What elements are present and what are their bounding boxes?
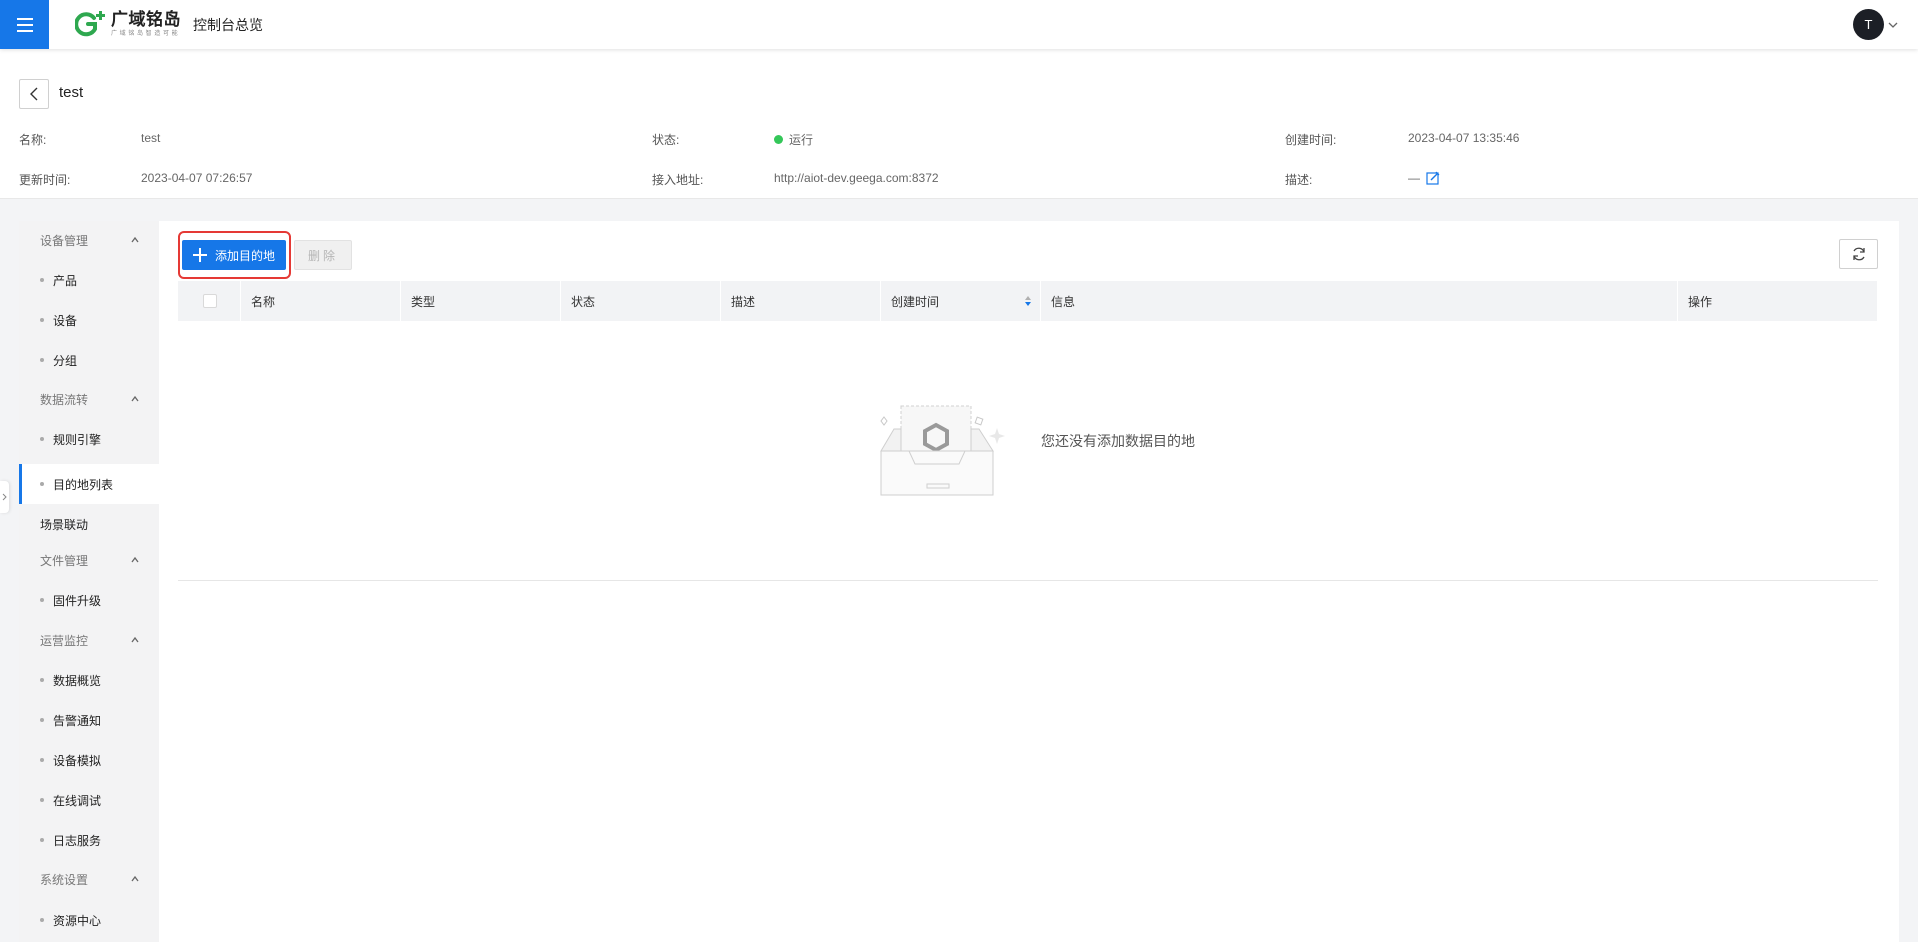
name-value: test	[141, 131, 161, 145]
sidebar-group-operations-monitor[interactable]: 运营监控	[19, 625, 159, 655]
sidebar: 设备管理 产品 设备 分组 数据流转 规则引擎 目的地列表 场景联动 文件管理 …	[19, 221, 159, 942]
sidebar-item-product[interactable]: 产品	[19, 265, 159, 295]
sidebar-item-label: 分组	[53, 353, 78, 368]
refresh-button[interactable]	[1839, 239, 1878, 269]
table-header: 名称 类型 状态 描述 创建时间 信息 操作	[178, 281, 1878, 321]
description-value: —	[1408, 171, 1440, 185]
column-status: 状态	[561, 281, 721, 321]
sidebar-item-label: 数据概览	[53, 673, 102, 688]
chevron-right-icon	[2, 493, 7, 501]
sidebar-item-group[interactable]: 分组	[19, 345, 159, 375]
sort-icon[interactable]	[1024, 295, 1032, 307]
sidebar-item-online-debug[interactable]: 在线调试	[19, 785, 159, 815]
sidebar-item-rule-engine[interactable]: 规则引擎	[19, 424, 159, 454]
sidebar-item-label: 场景联动	[40, 517, 89, 532]
sidebar-item-log-service[interactable]: 日志服务	[19, 825, 159, 855]
select-all-cell	[178, 281, 241, 321]
status-value: 运行	[774, 131, 813, 148]
chevron-up-icon	[131, 875, 139, 882]
column-action: 操作	[1678, 281, 1878, 321]
logo-slogan: 广 域 铭 岛 智 造 可 能	[111, 31, 179, 37]
column-description: 描述	[721, 281, 881, 321]
sidebar-item-label: 固件升级	[53, 593, 102, 608]
status-dot	[774, 135, 783, 144]
status-text: 运行	[789, 133, 814, 147]
add-destination-button[interactable]: 添加目的地	[182, 240, 286, 270]
chevron-up-icon	[131, 636, 139, 643]
user-menu[interactable]: T	[1853, 9, 1898, 40]
sidebar-item-alarm-notify[interactable]: 告警通知	[19, 705, 159, 735]
description-label: 描述:	[1285, 173, 1313, 187]
sidebar-group-label: 系统设置	[40, 872, 89, 887]
sidebar-group-label: 数据流转	[40, 392, 89, 407]
avatar: T	[1853, 9, 1884, 40]
created-time-label: 创建时间:	[1285, 133, 1337, 147]
sidebar-item-data-overview[interactable]: 数据概览	[19, 665, 159, 695]
description-text: —	[1408, 171, 1420, 185]
chevron-down-icon	[1888, 22, 1898, 28]
sidebar-item-label: 日志服务	[53, 833, 102, 848]
sidebar-group-data-flow[interactable]: 数据流转	[19, 384, 159, 414]
logo-icon	[75, 11, 105, 37]
back-button[interactable]	[19, 79, 49, 109]
sidebar-group-device-management[interactable]: 设备管理	[19, 225, 159, 255]
endpoint-value: http://aiot-dev.geega.com:8372	[774, 171, 939, 185]
sidebar-item-device-simulate[interactable]: 设备模拟	[19, 745, 159, 775]
status-label: 状态:	[652, 133, 680, 147]
chevron-up-icon	[131, 556, 139, 563]
console-overview-link[interactable]: 控制台总览	[193, 15, 263, 35]
updated-time-value: 2023-04-07 07:26:57	[141, 171, 253, 185]
sidebar-item-label: 目的地列表	[53, 477, 114, 492]
sidebar-group-label: 设备管理	[40, 233, 89, 248]
sidebar-group-label: 文件管理	[40, 553, 89, 568]
table-divider	[178, 580, 1878, 581]
sidebar-group-file-management[interactable]: 文件管理	[19, 545, 159, 575]
sidebar-item-label: 产品	[53, 273, 78, 288]
sidebar-item-resource-center[interactable]: 资源中心	[19, 905, 159, 935]
sidebar-item-label: 设备模拟	[53, 753, 102, 768]
menu-toggle-button[interactable]	[0, 0, 49, 49]
sidebar-item-label: 在线调试	[53, 793, 102, 808]
select-all-checkbox[interactable]	[203, 294, 217, 308]
column-info: 信息	[1041, 281, 1678, 321]
top-bar: 广域铭岛 广 域 铭 岛 智 造 可 能 控制台总览 T	[0, 0, 1918, 49]
column-created-time[interactable]: 创建时间	[881, 281, 1041, 321]
name-label: 名称:	[19, 133, 47, 147]
chevron-up-icon	[131, 395, 139, 402]
detail-header: test 名称: test 状态: 运行 创建时间: 2023-04-07 13…	[0, 49, 1918, 199]
sidebar-group-system-settings[interactable]: 系统设置	[19, 864, 159, 894]
chevron-up-icon	[131, 236, 139, 243]
sidebar-group-label: 运营监控	[40, 633, 89, 648]
sidebar-item-label: 资源中心	[53, 913, 102, 928]
column-created-time-label: 创建时间	[891, 294, 940, 309]
column-type: 类型	[401, 281, 561, 321]
page-title: test	[59, 84, 84, 101]
refresh-icon	[1852, 247, 1865, 261]
hamburger-icon	[16, 17, 33, 32]
sidebar-item-scene-linkage[interactable]: 场景联动	[19, 509, 159, 539]
empty-box-illustration	[880, 405, 1005, 496]
endpoint-label: 接入地址:	[652, 173, 704, 187]
sidebar-item-label: 设备	[53, 313, 78, 328]
add-destination-label: 添加目的地	[214, 248, 275, 263]
sidebar-item-device[interactable]: 设备	[19, 305, 159, 335]
updated-time-label: 更新时间:	[19, 173, 71, 187]
empty-state-message: 您还没有添加数据目的地	[1041, 433, 1195, 449]
edit-icon[interactable]	[1426, 171, 1440, 185]
sidebar-collapse-handle[interactable]	[0, 481, 9, 513]
created-time-value: 2023-04-07 13:35:46	[1408, 131, 1520, 145]
sidebar-item-firmware-upgrade[interactable]: 固件升级	[19, 585, 159, 615]
delete-button[interactable]: 删除	[294, 240, 352, 270]
plus-icon	[192, 248, 207, 262]
sidebar-item-destination-list[interactable]: 目的地列表	[19, 464, 159, 504]
column-name: 名称	[241, 281, 401, 321]
sidebar-item-label: 规则引擎	[53, 432, 102, 447]
logo-name: 广域铭岛	[111, 10, 181, 29]
arrow-left-icon	[30, 87, 38, 101]
main-content: 设备管理 产品 设备 分组 数据流转 规则引擎 目的地列表 场景联动 文件管理 …	[0, 221, 1899, 942]
logo[interactable]: 广域铭岛 广 域 铭 岛 智 造 可 能	[75, 9, 181, 39]
sidebar-item-label: 告警通知	[53, 713, 102, 728]
